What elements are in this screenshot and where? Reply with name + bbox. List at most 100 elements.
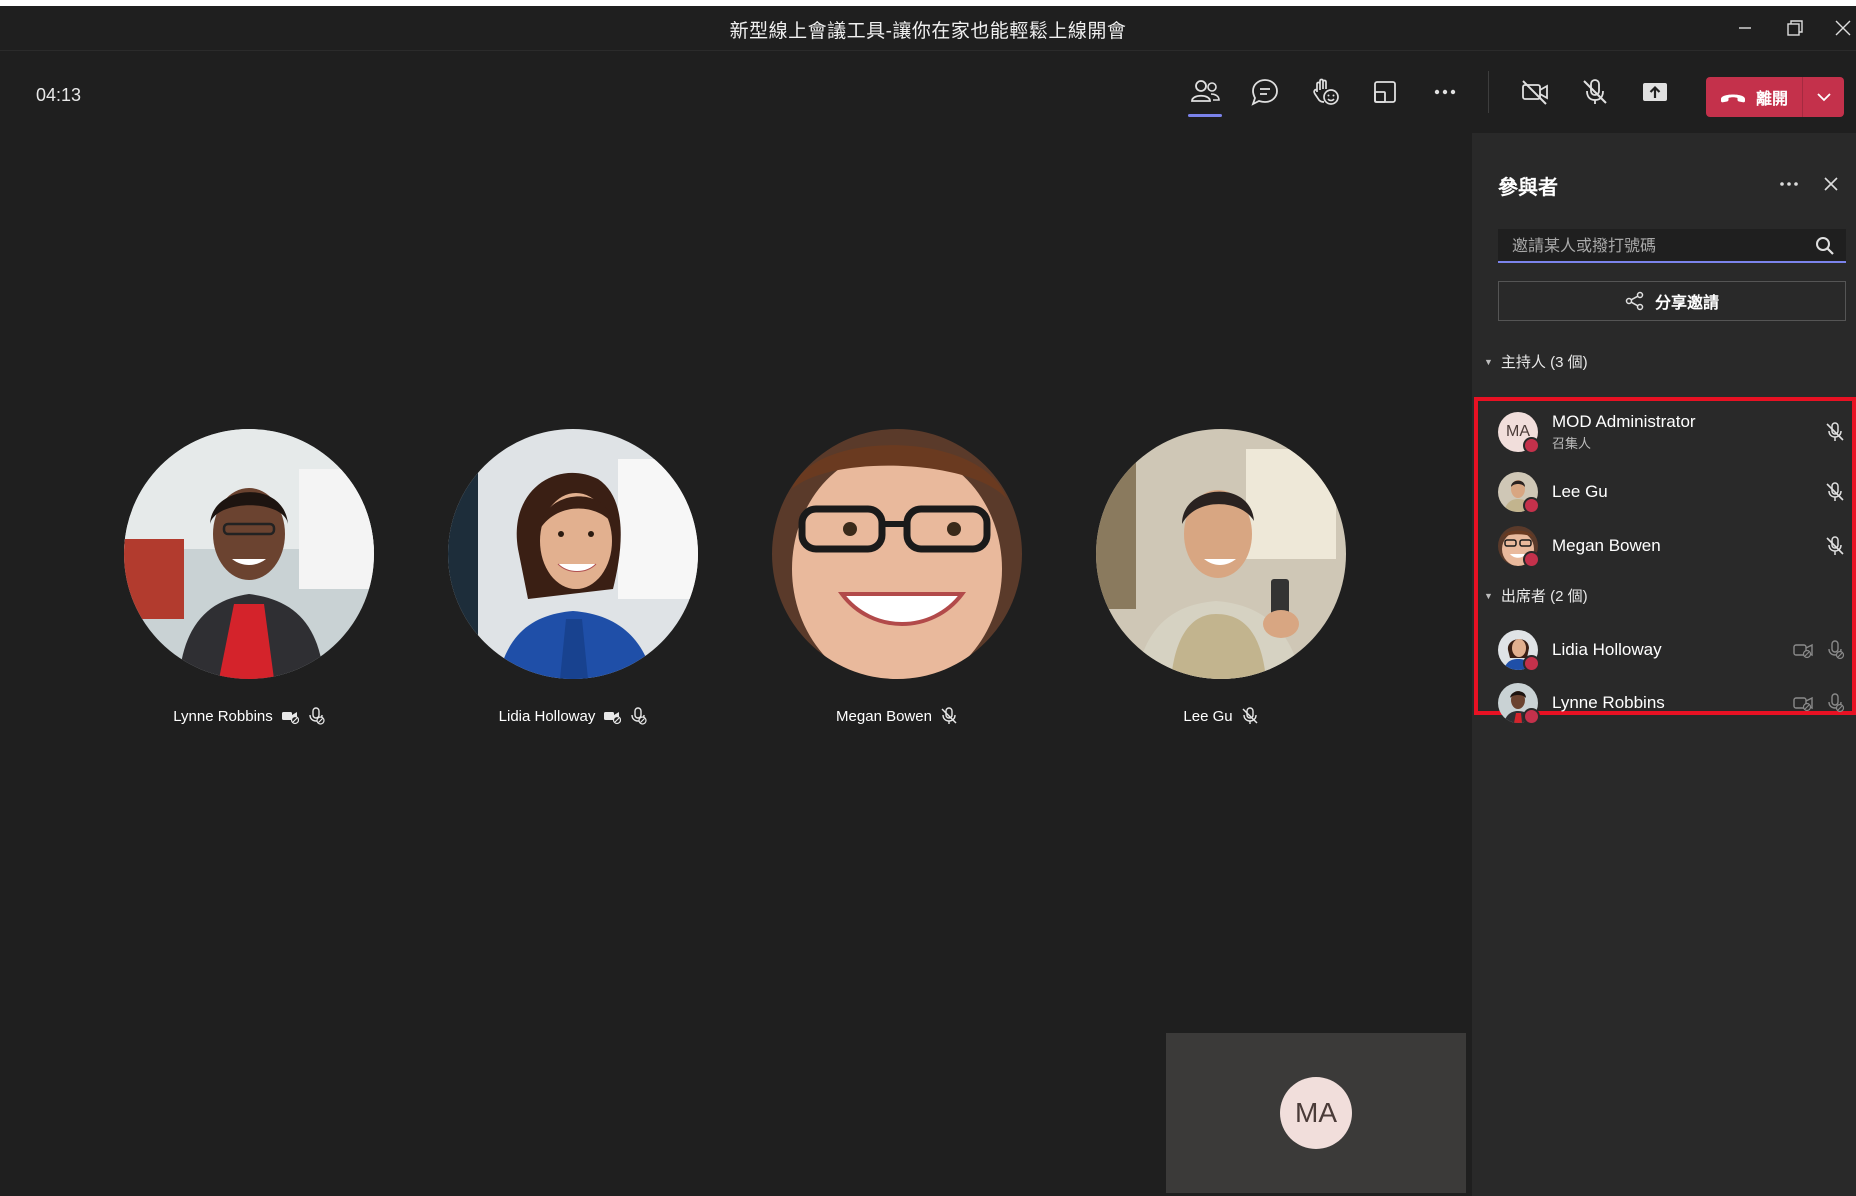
reactions-icon <box>1313 78 1339 105</box>
minimize-icon <box>1739 27 1751 29</box>
mic-muted-icon <box>1828 640 1845 660</box>
more-actions-button[interactable] <box>1422 69 1468 115</box>
panel-more-button[interactable] <box>1774 169 1804 199</box>
participant-name: Megan Bowen <box>1552 536 1661 555</box>
avatar: MA <box>1498 412 1540 454</box>
participant-name: Lidia Holloway <box>498 707 596 725</box>
participant-tile[interactable]: Lynne Robbins <box>124 429 374 725</box>
participant-row[interactable]: Lynne Robbins <box>1498 676 1846 730</box>
participant-tile[interactable]: Megan Bowen <box>772 429 1022 725</box>
minimize-button[interactable] <box>1730 14 1760 42</box>
share-screen-icon <box>1643 83 1667 101</box>
chat-button[interactable] <box>1242 69 1288 115</box>
restore-icon <box>1787 20 1803 36</box>
participant-name: Lynne Robbins <box>173 707 273 725</box>
meeting-window: 新型線上會議工具-讓你在家也能輕鬆上線開會 04:13 離開 Lynne Rob… <box>0 6 1856 1196</box>
leave-button[interactable]: 離開 <box>1706 77 1804 117</box>
camera-off-icon <box>1522 80 1548 105</box>
close-window-button[interactable] <box>1828 14 1856 42</box>
restore-button[interactable] <box>1780 14 1810 42</box>
share-invite-label: 分享邀請 <box>1654 295 1719 312</box>
mic-off-icon <box>1583 79 1607 104</box>
participant-photo <box>124 429 374 679</box>
participant-row[interactable]: Megan Bowen <box>1498 519 1846 573</box>
attendees-header: 出席者 (2 個) <box>1500 588 1588 605</box>
status-badge <box>1523 655 1540 672</box>
participant-tile[interactable]: Lee Gu <box>1096 429 1346 725</box>
panel-close-button[interactable] <box>1816 169 1846 199</box>
participant-row[interactable]: Lidia Holloway <box>1498 623 1846 677</box>
participant-photo <box>448 429 698 679</box>
participant-photo <box>772 429 1022 679</box>
mic-off-icon <box>1826 536 1844 555</box>
breakout-rooms-button[interactable] <box>1362 69 1408 115</box>
leave-options-button[interactable] <box>1803 77 1844 117</box>
title-bar: 新型線上會議工具-讓你在家也能輕鬆上線開會 <box>0 6 1856 51</box>
chevron-down-icon <box>1816 93 1831 102</box>
self-avatar: MA <box>1280 1077 1352 1149</box>
phone-hangup-icon <box>1721 94 1745 103</box>
room-icon <box>1374 81 1396 103</box>
participants-button[interactable] <box>1182 69 1228 117</box>
camera-off-icon <box>281 712 299 725</box>
mic-toggle-button[interactable] <box>1572 69 1618 115</box>
mic-off-icon <box>1826 422 1844 441</box>
avatar <box>1498 683 1540 725</box>
participant-name: MOD Administrator <box>1552 412 1696 431</box>
avatar <box>1498 526 1540 568</box>
avatar <box>1498 630 1540 672</box>
participant-name: Lidia Holloway <box>1552 640 1662 659</box>
presenters-section-toggle[interactable]: ▼ 主持人 (3 個) <box>1484 351 1588 372</box>
mic-off-icon <box>941 707 957 724</box>
mic-muted-icon <box>631 707 647 725</box>
reactions-button[interactable] <box>1302 69 1348 115</box>
meeting-timer: 04:13 <box>36 85 82 105</box>
self-view[interactable]: MA <box>1166 1033 1466 1193</box>
active-indicator <box>1188 114 1222 117</box>
mic-off-icon <box>1242 707 1258 724</box>
mic-muted-icon <box>309 707 325 725</box>
share-icon <box>1625 291 1644 311</box>
more-icon <box>1780 182 1798 186</box>
participants-icon <box>1191 80 1220 102</box>
participant-tile[interactable]: Lidia Holloway <box>448 429 698 725</box>
status-badge <box>1523 437 1540 454</box>
camera-off-icon <box>1793 643 1813 659</box>
leave-button-group: 離開 <box>1706 77 1844 117</box>
camera-toggle-button[interactable] <box>1512 69 1558 115</box>
search-icon <box>1816 237 1834 255</box>
invite-search <box>1498 229 1846 263</box>
invite-input[interactable] <box>1510 233 1804 261</box>
chat-icon <box>1251 79 1278 106</box>
participant-name: Lee Gu <box>1552 482 1608 501</box>
participant-photo <box>1096 429 1346 679</box>
participant-name: Lee Gu <box>1183 707 1233 725</box>
share-screen-button[interactable] <box>1632 69 1678 115</box>
camera-off-icon <box>1793 696 1813 712</box>
toolbar-divider <box>1488 71 1489 113</box>
camera-off-icon <box>604 712 622 725</box>
close-icon <box>1824 177 1838 191</box>
caret-down-icon: ▼ <box>1484 590 1493 601</box>
mic-muted-icon <box>1828 693 1845 713</box>
meeting-stage: Lynne Robbins Lidia Holloway Megan Bowen… <box>0 133 1472 1196</box>
mic-off-icon <box>1826 482 1844 501</box>
meeting-toolbar: 04:13 離開 <box>0 51 1856 133</box>
caret-down-icon: ▼ <box>1484 356 1493 367</box>
more-icon <box>1434 89 1456 95</box>
participant-role: 召集人 <box>1552 436 1592 451</box>
close-icon <box>1835 20 1851 36</box>
panel-title: 參與者 <box>1498 177 1558 199</box>
status-badge <box>1523 551 1540 568</box>
participant-name: Lynne Robbins <box>1552 693 1665 712</box>
participant-name: Megan Bowen <box>836 707 932 725</box>
share-invite-button[interactable]: 分享邀請 <box>1498 281 1846 321</box>
attendees-section-toggle[interactable]: ▼ 出席者 (2 個) <box>1484 585 1588 606</box>
participant-row[interactable]: MA MOD Administrator 召集人 <box>1498 405 1846 459</box>
status-badge <box>1523 708 1540 725</box>
avatar <box>1498 472 1540 514</box>
presenters-header: 主持人 (3 個) <box>1500 354 1588 371</box>
participant-row[interactable]: Lee Gu <box>1498 465 1846 519</box>
leave-label: 離開 <box>1756 91 1789 108</box>
participants-panel: 參與者 分享邀請 ▼ 主持人 (3 個) MA MOD Adm <box>1472 133 1856 1196</box>
